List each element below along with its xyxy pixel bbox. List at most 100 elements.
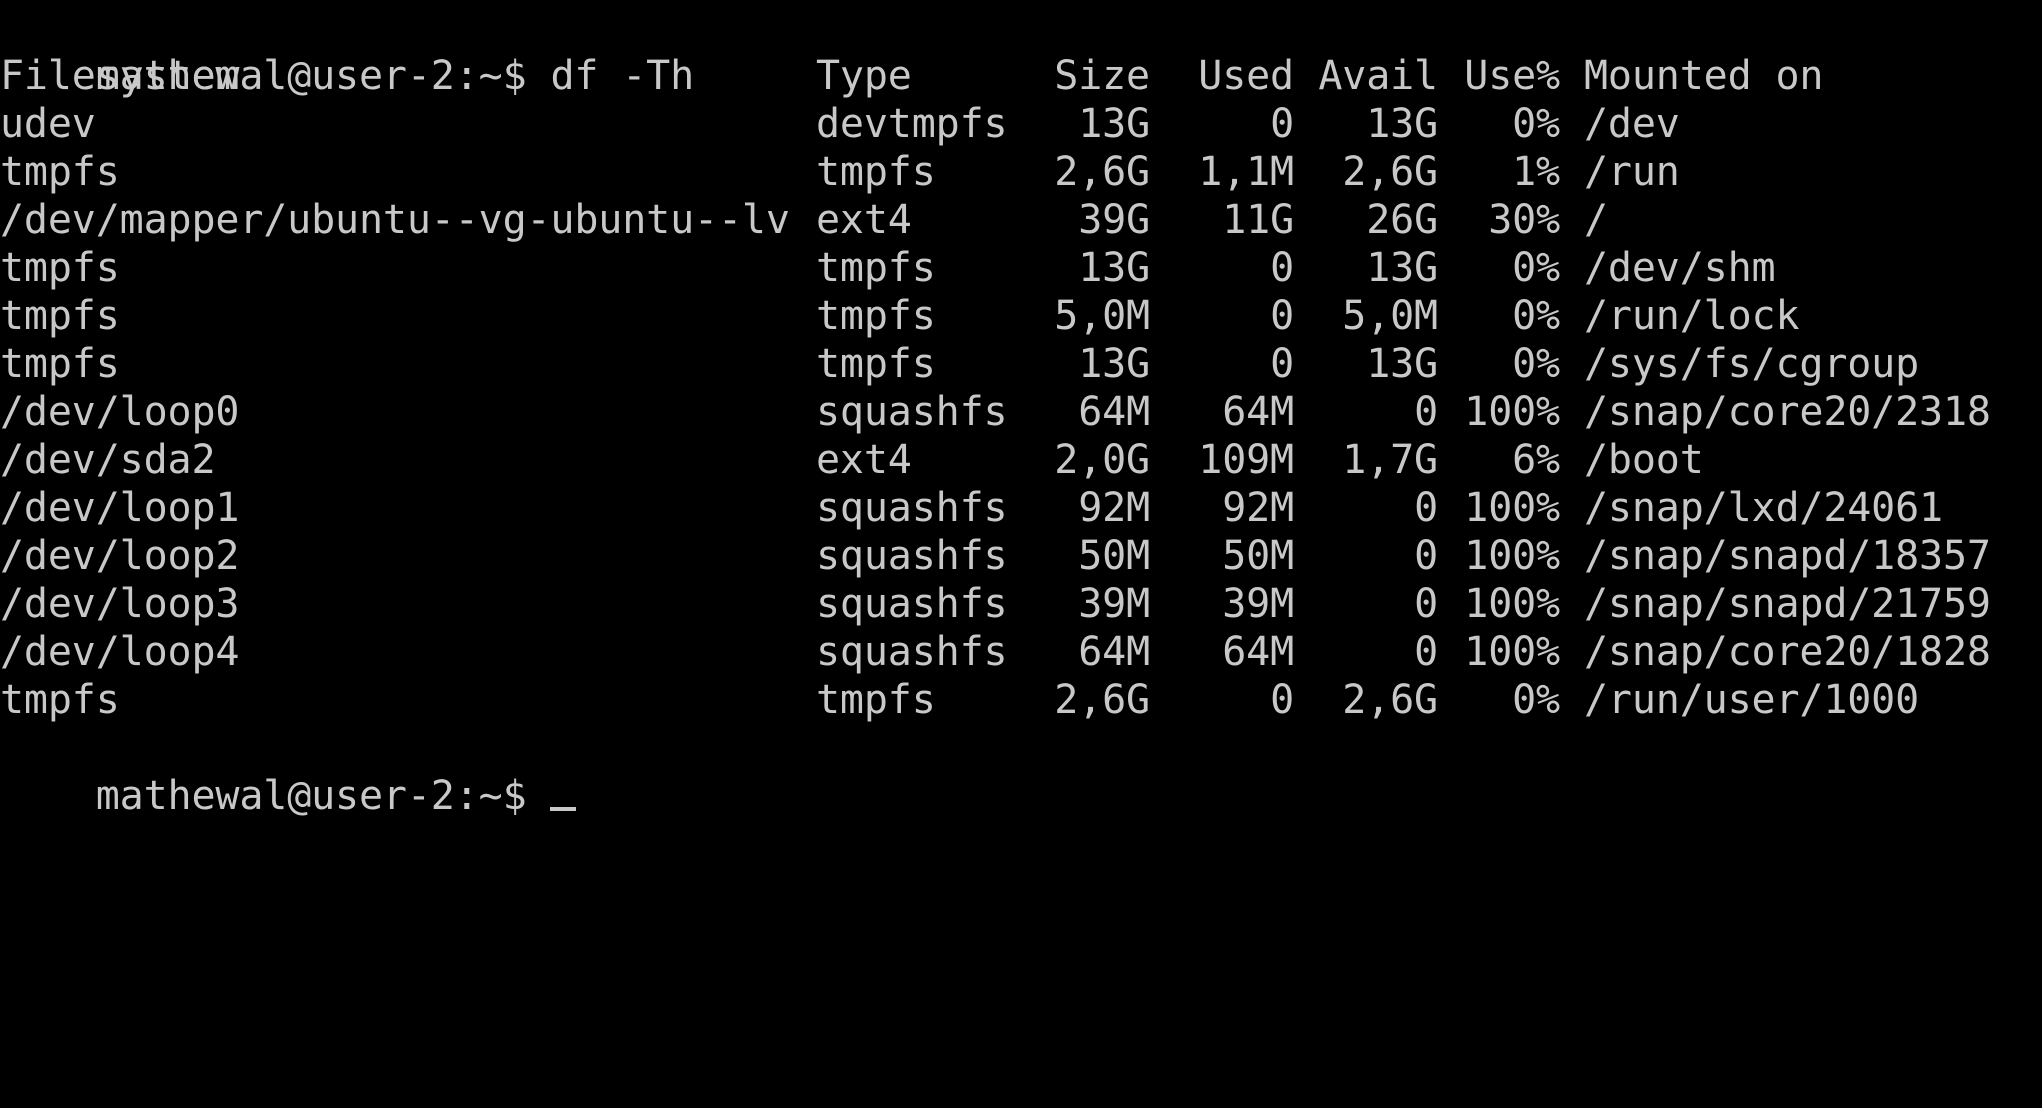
header-mounted-on: Mounted on xyxy=(1584,53,1824,99)
table-row: /dev/loop0 squashfs 64M 64M 0 100% /snap… xyxy=(0,388,2042,436)
row-filesystem: tmpfs xyxy=(0,677,120,723)
row-size: 2,6G xyxy=(1054,677,1150,723)
row-size: 39G xyxy=(1078,197,1150,243)
row-use-pct: 0% xyxy=(1512,293,1560,339)
row-mounted-on: /snap/core20/1828 xyxy=(1584,629,1991,675)
row-filesystem: tmpfs xyxy=(0,341,120,387)
table-row: /dev/sda2 ext4 2,0G 109M 1,7G 6% /boot xyxy=(0,436,2042,484)
row-mounted-on: /run xyxy=(1584,149,1680,195)
row-mounted-on: /dev/shm xyxy=(1584,245,1776,291)
header-avail: Avail xyxy=(1318,53,1438,99)
row-use-pct: 0% xyxy=(1512,245,1560,291)
row-used: 50M xyxy=(1222,533,1294,579)
row-mounted-on: /snap/core20/2318 xyxy=(1584,389,1991,435)
row-avail: 5,0M xyxy=(1342,293,1438,339)
row-type: squashfs xyxy=(816,581,1008,627)
row-use-pct: 0% xyxy=(1512,101,1560,147)
row-mounted-on: /run/lock xyxy=(1584,293,1800,339)
row-avail: 13G xyxy=(1366,101,1438,147)
table-row: tmpfs tmpfs 13G 0 13G 0% /sys/fs/cgroup xyxy=(0,340,2042,388)
row-type: squashfs xyxy=(816,629,1008,675)
row-used: 11G xyxy=(1222,197,1294,243)
row-size: 92M xyxy=(1078,485,1150,531)
shell-prompt: mathewal@user-2:~$ xyxy=(95,773,527,819)
row-size: 64M xyxy=(1078,389,1150,435)
row-filesystem: /dev/loop0 xyxy=(0,389,240,435)
row-use-pct: 100% xyxy=(1464,533,1560,579)
row-used: 0 xyxy=(1270,293,1294,339)
row-used: 0 xyxy=(1270,101,1294,147)
table-header: Filesystem Type Size Used Avail Use% Mou… xyxy=(0,52,2042,100)
row-type: ext4 xyxy=(816,437,912,483)
row-mounted-on: /snap/snapd/18357 xyxy=(1584,533,1991,579)
row-size: 39M xyxy=(1078,581,1150,627)
text-cursor xyxy=(550,807,577,811)
row-type: ext4 xyxy=(816,197,912,243)
row-avail: 13G xyxy=(1366,341,1438,387)
row-avail: 26G xyxy=(1366,197,1438,243)
row-size: 13G xyxy=(1078,341,1150,387)
table-row: /dev/loop2 squashfs 50M 50M 0 100% /snap… xyxy=(0,532,2042,580)
row-filesystem: tmpfs xyxy=(0,149,120,195)
row-avail: 1,7G xyxy=(1342,437,1438,483)
command-line: mathewal@user-2:~$ df -Th xyxy=(0,4,694,99)
row-type: devtmpfs xyxy=(816,101,1008,147)
row-type: tmpfs xyxy=(816,245,936,291)
terminal-window[interactable]: mathewal@user-2:~$ df -Th Filesystem Typ… xyxy=(0,0,2042,819)
row-filesystem: /dev/loop1 xyxy=(0,485,240,531)
header-size: Size xyxy=(1054,53,1150,99)
table-row: tmpfs tmpfs 13G 0 13G 0% /dev/shm xyxy=(0,244,2042,292)
row-type: squashfs xyxy=(816,533,1008,579)
row-use-pct: 100% xyxy=(1464,389,1560,435)
row-size: 50M xyxy=(1078,533,1150,579)
row-filesystem: udev xyxy=(0,101,96,147)
input-line[interactable]: mathewal@user-2:~$ xyxy=(0,724,577,819)
row-use-pct: 0% xyxy=(1512,677,1560,723)
row-mounted-on: /sys/fs/cgroup xyxy=(1584,341,1920,387)
row-avail: 0 xyxy=(1414,581,1438,627)
row-mounted-on: /snap/lxd/24061 xyxy=(1584,485,1943,531)
row-used: 64M xyxy=(1222,389,1294,435)
row-use-pct: 0% xyxy=(1512,341,1560,387)
row-mounted-on: /run/user/1000 xyxy=(1584,677,1920,723)
row-mounted-on: /dev xyxy=(1584,101,1680,147)
row-filesystem: /dev/mapper/ubuntu--vg-ubuntu--lv xyxy=(0,197,790,243)
table-row: /dev/loop3 squashfs 39M 39M 0 100% /snap… xyxy=(0,580,2042,628)
row-size: 64M xyxy=(1078,629,1150,675)
row-use-pct: 100% xyxy=(1464,629,1560,675)
row-type: tmpfs xyxy=(816,341,936,387)
row-size: 13G xyxy=(1078,245,1150,291)
row-used: 64M xyxy=(1222,629,1294,675)
row-used: 0 xyxy=(1270,341,1294,387)
row-used: 92M xyxy=(1222,485,1294,531)
table-row: udev devtmpfs 13G 0 13G 0% /dev xyxy=(0,100,2042,148)
row-use-pct: 100% xyxy=(1464,485,1560,531)
row-avail: 2,6G xyxy=(1342,149,1438,195)
table-row: tmpfs tmpfs 2,6G 0 2,6G 0% /run/user/100… xyxy=(0,676,2042,724)
row-avail: 13G xyxy=(1366,245,1438,291)
header-filesystem: Filesystem xyxy=(0,53,240,99)
row-avail: 0 xyxy=(1414,533,1438,579)
row-type: tmpfs xyxy=(816,149,936,195)
table-row: /dev/loop1 squashfs 92M 92M 0 100% /snap… xyxy=(0,484,2042,532)
row-type: tmpfs xyxy=(816,293,936,339)
table-row: /dev/mapper/ubuntu--vg-ubuntu--lv ext4 3… xyxy=(0,196,2042,244)
row-avail: 2,6G xyxy=(1342,677,1438,723)
table-row: tmpfs tmpfs 2,6G 1,1M 2,6G 1% /run xyxy=(0,148,2042,196)
row-size: 5,0M xyxy=(1054,293,1150,339)
header-type: Type xyxy=(816,53,912,99)
row-size: 2,0G xyxy=(1054,437,1150,483)
row-use-pct: 30% xyxy=(1488,197,1560,243)
row-mounted-on: /boot xyxy=(1584,437,1704,483)
row-size: 13G xyxy=(1078,101,1150,147)
row-used: 0 xyxy=(1270,677,1294,723)
row-type: squashfs xyxy=(816,389,1008,435)
row-avail: 0 xyxy=(1414,629,1438,675)
row-type: squashfs xyxy=(816,485,1008,531)
row-filesystem: /dev/loop4 xyxy=(0,629,240,675)
table-row: /dev/loop4 squashfs 64M 64M 0 100% /snap… xyxy=(0,628,2042,676)
row-used: 109M xyxy=(1198,437,1294,483)
row-filesystem: tmpfs xyxy=(0,293,120,339)
row-size: 2,6G xyxy=(1054,149,1150,195)
row-used: 0 xyxy=(1270,245,1294,291)
